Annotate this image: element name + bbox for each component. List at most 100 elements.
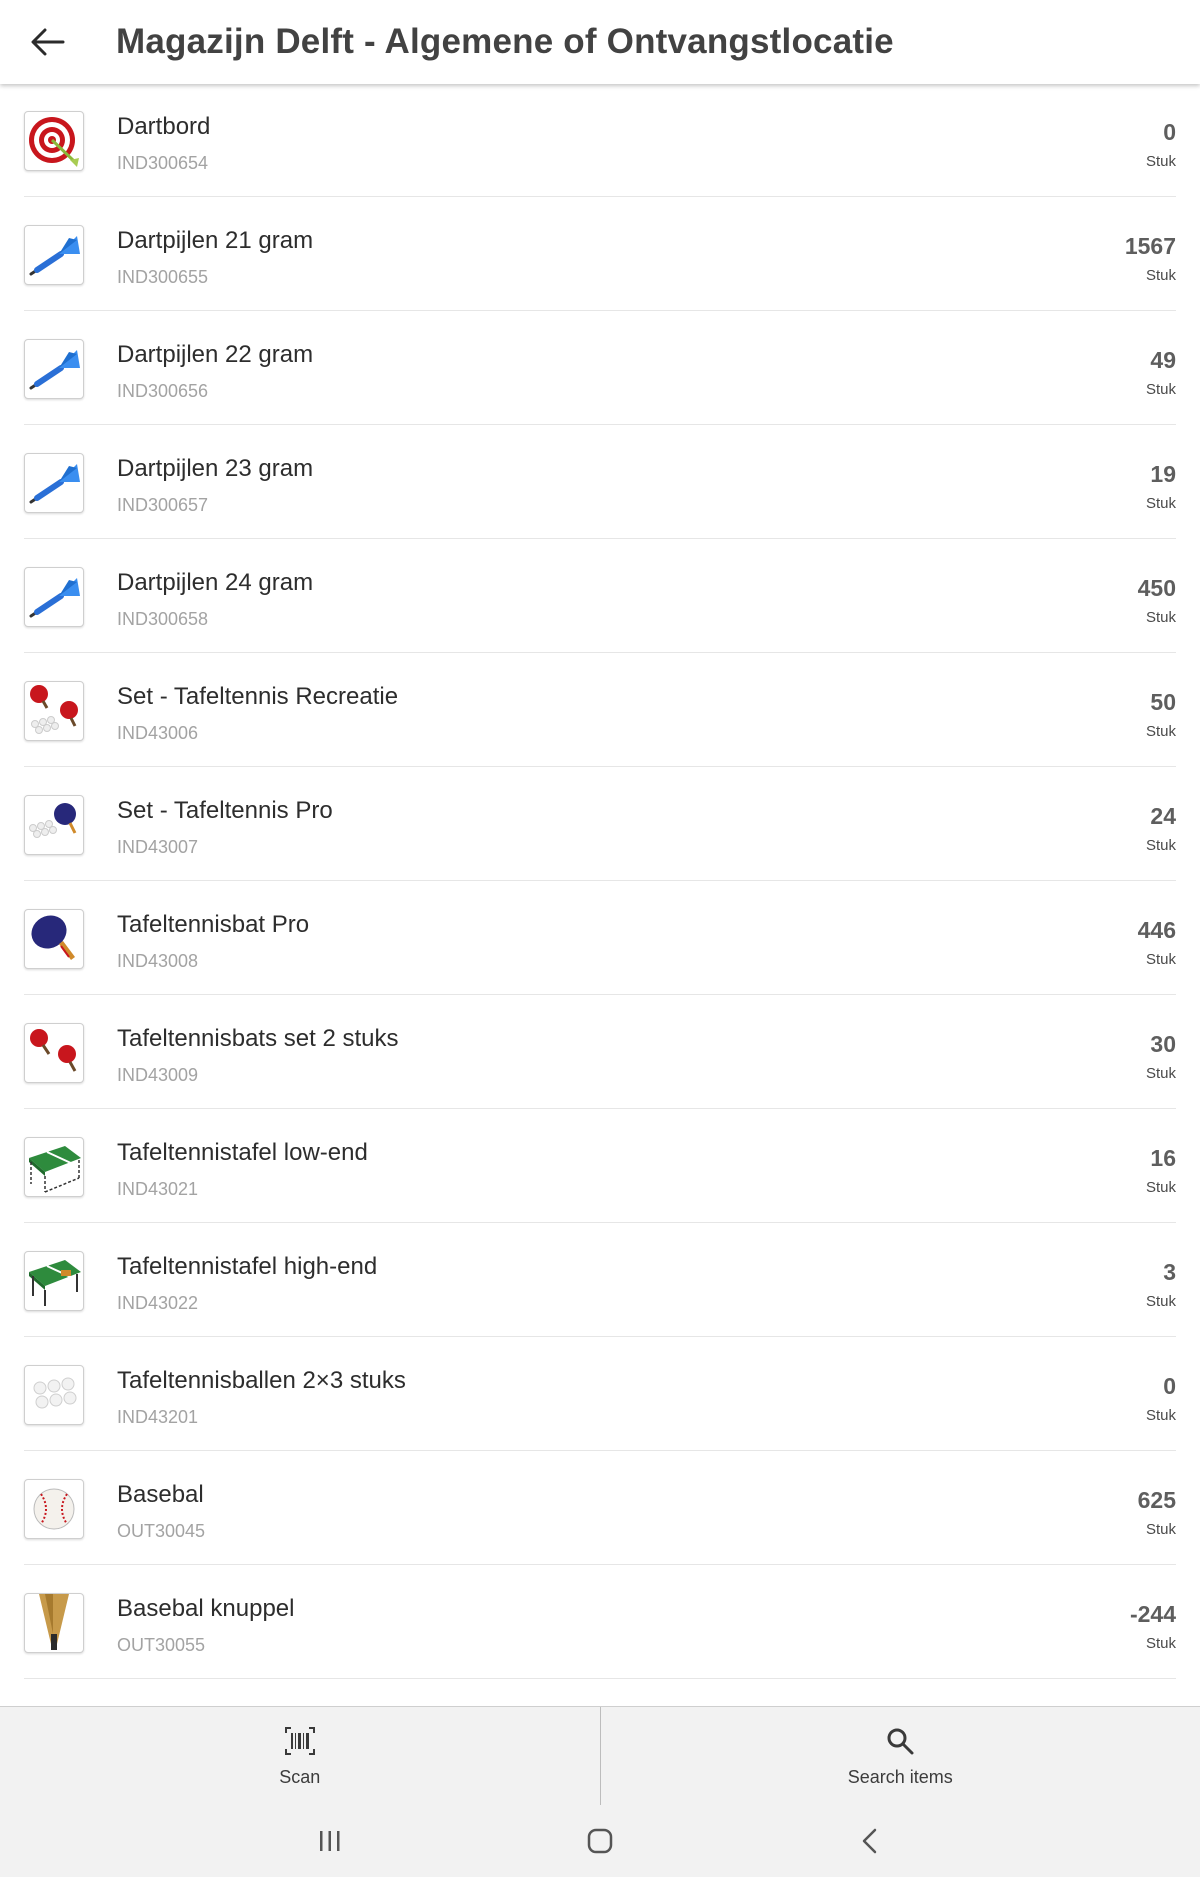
system-navigation-bar (0, 1805, 1200, 1877)
item-thumbnail (24, 1365, 84, 1425)
item-thumbnail (24, 1023, 84, 1083)
list-item[interactable]: Dartpijlen 24 gram IND300658 450 Stuk (24, 539, 1176, 653)
item-code: IND300656 (117, 381, 209, 401)
item-quantity: 0 (1163, 1373, 1176, 1399)
home-button[interactable] (570, 1811, 630, 1871)
back-chevron-icon (862, 1828, 877, 1854)
back-button[interactable] (0, 0, 96, 84)
barcode-icon (284, 1726, 315, 1755)
item-thumbnail (24, 453, 84, 513)
search-items-button[interactable]: Search items (599, 1707, 1200, 1805)
recent-apps-button[interactable] (300, 1811, 360, 1871)
item-thumbnail (24, 1251, 84, 1311)
item-thumbnail (24, 681, 84, 741)
item-unit: Stuk (1145, 609, 1176, 626)
item-unit: Stuk (1145, 1065, 1176, 1082)
list-item[interactable]: Tafeltennisbat Pro IND43008 446 Stuk (24, 881, 1176, 995)
list-item[interactable]: Dartpijlen 23 gram IND300657 19 Stuk (24, 425, 1176, 539)
item-quantity: 24 (1150, 803, 1176, 829)
paddle-blue-icon (31, 915, 75, 960)
item-thumbnail (24, 1137, 84, 1197)
dart-icon (29, 236, 80, 276)
list-item[interactable]: Tafeltennistafel high-end IND43022 3 Stu… (24, 1223, 1176, 1337)
list-item[interactable]: Set - Tafeltennis Recreatie IND43006 50 … (24, 653, 1176, 767)
item-name: Dartbord (117, 113, 211, 140)
item-name: Tafeltennistafel high-end (117, 1253, 378, 1280)
app-header: Magazijn Delft - Algemene of Ontvangstlo… (0, 0, 1200, 84)
list-item[interactable]: Dartpijlen 22 gram IND300656 49 Stuk (24, 311, 1176, 425)
item-unit: Stuk (1145, 837, 1176, 854)
item-name: Tafeltennisbat Pro (117, 911, 310, 938)
item-code: IND300655 (117, 267, 209, 287)
item-code: IND43007 (117, 837, 199, 857)
system-back-button[interactable] (840, 1811, 900, 1871)
item-unit: Stuk (1145, 1521, 1176, 1538)
page-title: Magazijn Delft - Algemene of Ontvangstlo… (116, 22, 894, 61)
item-thumbnail (24, 225, 84, 285)
paddle-pair-red-icon (30, 1029, 77, 1072)
scan-button[interactable]: Scan (0, 1707, 600, 1805)
item-unit: Stuk (1145, 1407, 1176, 1424)
item-thumbnail (24, 111, 84, 171)
paddle-set-blue-icon (29, 803, 77, 838)
dart-icon (29, 578, 80, 618)
search-items-label: Search items (847, 1766, 953, 1787)
item-code: IND300658 (117, 609, 209, 629)
list-item[interactable]: Tafeltennisbats set 2 stuks IND43009 30 … (24, 995, 1176, 1109)
dart-icon (29, 464, 80, 504)
search-icon (887, 1728, 914, 1754)
bottom-action-bar: Scan Search items (0, 1706, 1200, 1805)
paddle-set-red-icon (30, 685, 78, 734)
item-unit: Stuk (1145, 1293, 1176, 1310)
table-tennis-table-icon (29, 1146, 81, 1193)
item-quantity: 450 (1137, 575, 1176, 601)
item-code: IND300657 (117, 495, 209, 515)
item-name: Set - Tafeltennis Recreatie (117, 683, 399, 710)
item-name: Basebal knuppel (117, 1595, 295, 1622)
item-quantity: 19 (1150, 461, 1176, 487)
item-unit: Stuk (1145, 267, 1176, 284)
item-quantity: 1567 (1124, 233, 1176, 259)
item-unit: Stuk (1145, 495, 1176, 512)
arrow-left-icon (31, 28, 65, 56)
list-item[interactable]: Tafeltennistafel low-end IND43021 16 Stu… (24, 1109, 1176, 1223)
item-code: IND43021 (117, 1179, 199, 1199)
item-name: Dartpijlen 21 gram (117, 227, 314, 254)
item-code: IND43009 (117, 1065, 199, 1085)
item-quantity: 30 (1150, 1031, 1176, 1057)
item-thumbnail (24, 795, 84, 855)
list-item[interactable]: Tafeltennisballen 2×3 stuks IND43201 0 S… (24, 1337, 1176, 1451)
item-quantity: 3 (1163, 1259, 1176, 1285)
item-code: OUT30045 (117, 1521, 206, 1541)
recent-apps-icon (320, 1831, 340, 1851)
item-name: Tafeltennisbats set 2 stuks (117, 1025, 399, 1052)
item-name: Basebal (117, 1481, 204, 1508)
item-code: IND43006 (117, 723, 199, 743)
item-quantity: 625 (1137, 1487, 1176, 1513)
item-thumbnail (24, 1593, 84, 1653)
item-code: IND300654 (117, 153, 209, 173)
item-name: Tafeltennistafel low-end (117, 1139, 368, 1166)
scan-label: Scan (279, 1766, 321, 1787)
item-quantity: 446 (1137, 917, 1176, 943)
item-code: OUT30055 (117, 1635, 206, 1655)
table-tennis-table-icon (29, 1260, 81, 1306)
item-quantity: 16 (1150, 1145, 1176, 1171)
item-name: Dartpijlen 24 gram (117, 569, 314, 596)
dart-icon (29, 350, 80, 390)
item-unit: Stuk (1145, 723, 1176, 740)
list-item[interactable]: Basebal knuppel OUT30055 -244 Stuk (24, 1565, 1176, 1679)
item-code: IND43201 (117, 1407, 199, 1427)
baseball-icon (33, 1488, 75, 1530)
item-unit: Stuk (1145, 153, 1176, 170)
list-item[interactable]: Dartpijlen 21 gram IND300655 1567 Stuk (24, 197, 1176, 311)
item-code: IND43022 (117, 1293, 199, 1313)
list-item[interactable]: Set - Tafeltennis Pro IND43007 24 Stuk (24, 767, 1176, 881)
item-quantity: 0 (1163, 119, 1176, 145)
list-item[interactable]: Basebal OUT30045 625 Stuk (24, 1451, 1176, 1565)
item-quantity: 49 (1150, 347, 1176, 373)
item-thumbnail (24, 909, 84, 969)
list-item[interactable]: Dartbord IND300654 0 Stuk (24, 91, 1176, 197)
item-name: Dartpijlen 22 gram (117, 341, 314, 368)
item-unit: Stuk (1145, 1179, 1176, 1196)
